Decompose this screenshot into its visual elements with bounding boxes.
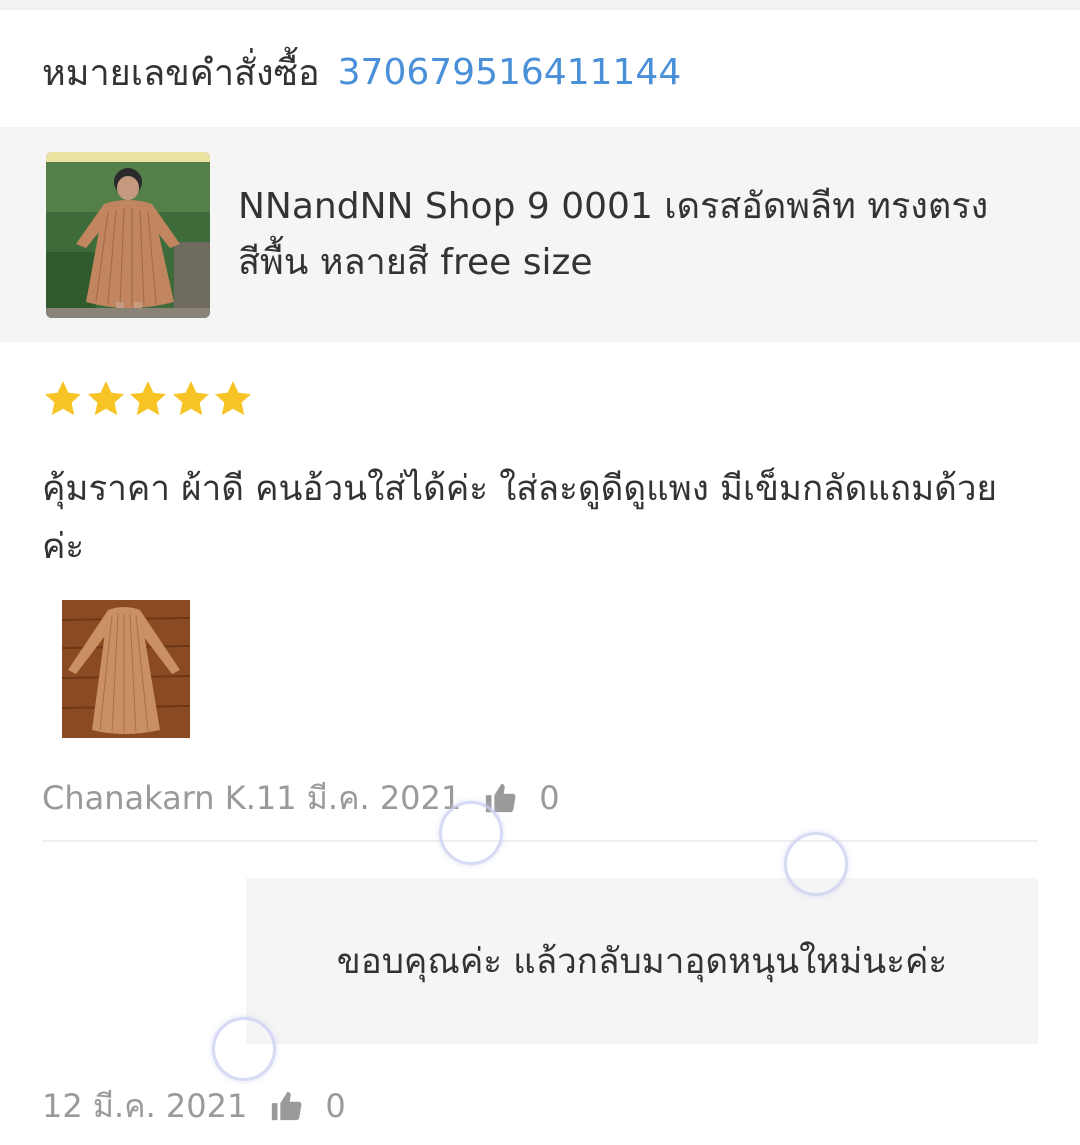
order-number-link[interactable]: 370679516411144	[338, 52, 682, 93]
product-thumbnail[interactable]	[46, 152, 210, 318]
divider	[42, 840, 1038, 842]
review-like-count: 0	[539, 779, 560, 817]
product-title[interactable]: NNandNN Shop 9 0001 เดรสอัดพลีท ทรงตรง ส…	[238, 179, 1018, 291]
top-strip	[0, 0, 1080, 10]
product-photo-icon	[46, 152, 210, 318]
reply-like-count: 0	[325, 1087, 346, 1125]
review-photo[interactable]	[62, 600, 190, 738]
order-number-row: หมายเลขคำสั่งซื้อ 370679516411144	[42, 44, 681, 100]
order-number-label: หมายเลขคำสั่งซื้อ	[42, 52, 320, 94]
reply-meta: 12 มี.ค. 2021 0	[42, 1083, 346, 1129]
seller-reply-text: ขอบคุณค่ะ แล้วกลับมาอุดหนุนใหม่นะค่ะ	[336, 941, 948, 982]
touch-indicator	[784, 832, 848, 896]
product-card[interactable]: NNandNN Shop 9 0001 เดรสอัดพลีท ทรงตรง ส…	[0, 127, 1080, 342]
star-icon	[129, 381, 167, 416]
thumbs-up-icon[interactable]	[269, 1089, 303, 1123]
touch-indicator	[212, 1017, 276, 1081]
touch-indicator	[439, 801, 503, 865]
star-rating	[42, 378, 255, 420]
star-icon	[44, 381, 82, 416]
seller-reply: ขอบคุณค่ะ แล้วกลับมาอุดหนุนใหม่นะค่ะ	[246, 878, 1038, 1044]
star-icon	[172, 381, 209, 416]
review-text: คุ้มราคา ผ้าดี คนอ้วนใส่ได้ค่ะ ใส่ละดูดี…	[42, 469, 998, 567]
dress-photo-icon	[62, 600, 190, 738]
star-icon	[214, 381, 252, 416]
reply-date: 12 มี.ค. 2021	[42, 1086, 248, 1125]
review-author-date: Chanakarn K.11 มี.ค. 2021	[42, 778, 462, 817]
star-icon	[87, 381, 124, 416]
